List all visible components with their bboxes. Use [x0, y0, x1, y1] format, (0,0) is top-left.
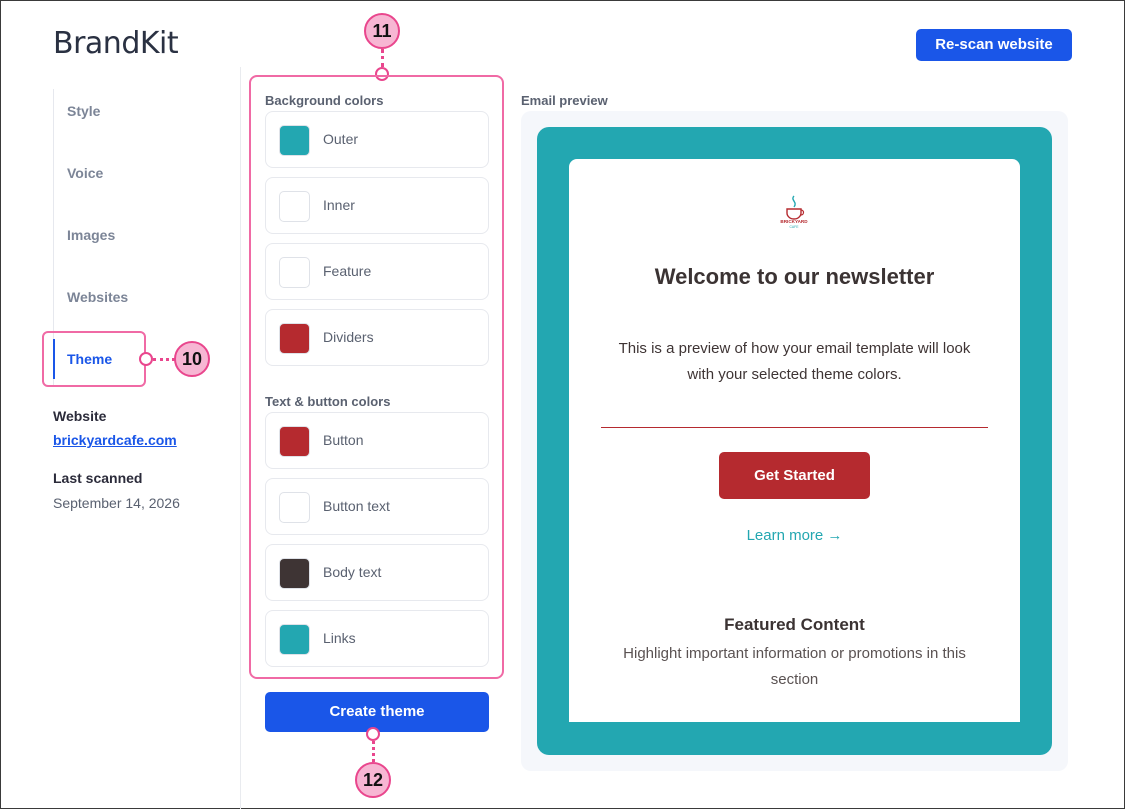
brand-logo: BRICKYARD CAFE	[780, 195, 808, 229]
color-row-body-text[interactable]: Body text	[265, 544, 489, 601]
color-row-outer[interactable]: Outer	[265, 111, 489, 168]
color-swatch[interactable]	[279, 125, 310, 156]
callout-connector	[153, 358, 175, 361]
color-row-feature[interactable]: Feature	[265, 243, 489, 300]
callout-connector	[372, 741, 375, 762]
email-inner-background	[569, 159, 1020, 722]
website-label: Website	[53, 408, 107, 424]
last-scanned-label: Last scanned	[53, 470, 143, 486]
color-row-label: Dividers	[323, 329, 374, 345]
color-swatch[interactable]	[279, 323, 310, 354]
color-row-label: Inner	[323, 197, 355, 213]
email-title: Welcome to our newsletter	[654, 264, 935, 289]
sidebar-item-websites[interactable]: Websites	[67, 289, 128, 305]
color-row-label: Links	[323, 630, 356, 646]
callout-anchor-dot	[139, 352, 153, 366]
get-started-button[interactable]: Get Started	[719, 452, 870, 499]
sidebar-item-style[interactable]: Style	[67, 103, 100, 119]
color-row-dividers[interactable]: Dividers	[265, 309, 489, 366]
color-swatch[interactable]	[279, 492, 310, 523]
website-link[interactable]: brickyardcafe.com	[53, 432, 177, 448]
color-swatch[interactable]	[279, 426, 310, 457]
color-row-label: Body text	[323, 564, 382, 580]
logo-text: BRICKYARD	[780, 219, 808, 224]
featured-content-title: Featured Content	[724, 615, 865, 634]
color-swatch[interactable]	[279, 257, 310, 288]
sidebar-item-theme[interactable]: Theme	[67, 351, 112, 367]
color-row-button[interactable]: Button	[265, 412, 489, 469]
color-row-label: Feature	[323, 263, 372, 279]
callout-badge-10: 10	[174, 341, 210, 377]
background-colors-title: Background colors	[265, 93, 384, 108]
color-swatch[interactable]	[279, 624, 310, 655]
color-row-label: Outer	[323, 131, 359, 147]
callout-badge-12: 12	[355, 762, 391, 798]
rescan-website-button[interactable]: Re-scan website	[916, 29, 1072, 61]
sidebar-item-voice[interactable]: Voice	[67, 165, 103, 181]
color-swatch[interactable]	[279, 191, 310, 222]
color-row-button-text[interactable]: Button text	[265, 478, 489, 535]
column-divider	[240, 67, 241, 809]
color-row-inner[interactable]: Inner	[265, 177, 489, 234]
page-title: BrandKit	[53, 26, 179, 61]
email-body-text: This is a preview of how your email temp…	[618, 340, 971, 383]
callout-connector	[381, 49, 384, 67]
logo-subtext: CAFE	[789, 225, 799, 229]
last-scanned-value: September 14, 2026	[53, 495, 180, 511]
sidebar-item-images[interactable]: Images	[67, 227, 115, 243]
callout-anchor-dot	[366, 727, 380, 741]
featured-content-body: Highlight important information or promo…	[623, 645, 966, 688]
color-row-links[interactable]: Links	[265, 610, 489, 667]
color-row-label: Button	[323, 432, 364, 448]
email-divider	[601, 427, 988, 428]
color-row-label: Button text	[323, 498, 390, 514]
create-theme-button[interactable]: Create theme	[265, 692, 489, 732]
text-button-colors-title: Text & button colors	[265, 394, 391, 409]
learn-more-link[interactable]: Learn more →	[569, 527, 1020, 544]
color-swatch[interactable]	[279, 558, 310, 589]
callout-badge-11: 11	[364, 13, 400, 49]
email-preview-label: Email preview	[521, 93, 608, 108]
active-indicator	[53, 339, 55, 379]
